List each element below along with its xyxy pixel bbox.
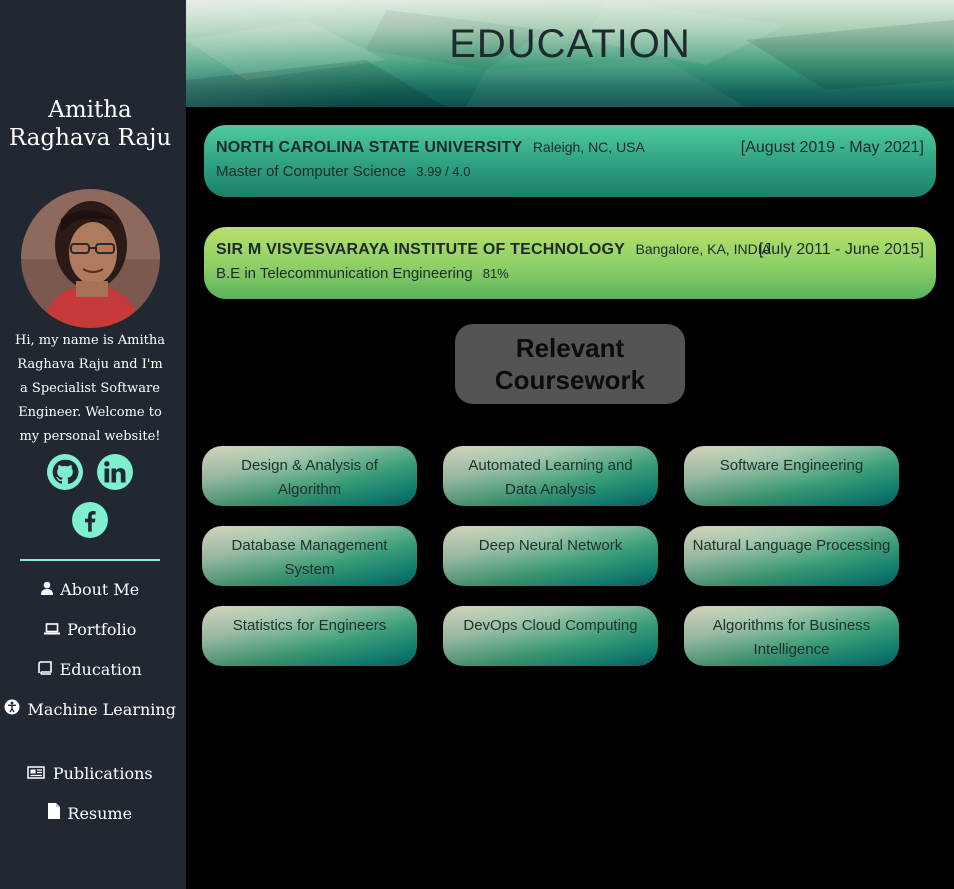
laptop-icon <box>43 623 64 639</box>
nav-label: About Me <box>60 580 140 599</box>
course-pill[interactable]: DevOps Cloud Computing <box>443 606 658 666</box>
education-card-ncsu: NORTH CAROLINA STATE UNIVERSITY Raleigh,… <box>204 125 936 197</box>
book-icon <box>38 661 56 679</box>
nav-item-portfolio[interactable]: Portfolio <box>0 618 180 643</box>
github-link[interactable] <box>47 454 83 490</box>
profile-name: Amitha Raghava Raju <box>8 97 172 151</box>
nav-label: Publications <box>52 764 153 783</box>
course-pill[interactable]: Database Management System <box>202 526 417 586</box>
avatar <box>21 189 160 328</box>
course-pill[interactable]: Statistics for Engineers <box>202 606 417 666</box>
nav-item-publications[interactable]: Publications <box>0 762 180 787</box>
nav-label: Resume <box>67 804 133 823</box>
education-card-sir-mvit: SIR M VISVESVARAYA INSTITUTE OF TECHNOLO… <box>204 227 936 299</box>
degree-name: Master of Computer Science <box>216 163 407 180</box>
accessibility-icon <box>4 699 24 719</box>
nav-item-resume[interactable]: Resume <box>0 802 180 827</box>
coursework-heading: Relevant Coursework <box>455 324 685 404</box>
education-dates: [August 2019 - May 2021] <box>740 139 924 156</box>
newspaper-icon <box>27 766 49 783</box>
file-icon <box>47 803 64 823</box>
linkedin-link[interactable] <box>97 454 133 490</box>
facebook-icon <box>84 511 96 532</box>
course-pill[interactable]: Automated Learning and Data Analysis <box>443 446 658 506</box>
bio-text: Hi, my name is Amitha Raghava Raju and I… <box>14 333 166 444</box>
nav-item-education[interactable]: Education <box>0 658 180 683</box>
nav-label: Machine Learning <box>27 700 176 719</box>
facebook-link[interactable] <box>72 502 108 538</box>
page-header: EDUCATION <box>186 0 954 107</box>
degree-name: B.E in Telecommunication Engineering <box>216 265 473 282</box>
degree-grade: 81% <box>482 266 509 281</box>
school-location: Bangalore, KA, INDIA <box>635 241 771 257</box>
degree-grade: 3.99 / 4.0 <box>416 164 471 179</box>
course-pill[interactable]: Software Engineering <box>684 446 899 506</box>
page-title: EDUCATION <box>449 22 691 66</box>
sidebar: Amitha Raghava Raju Hi, my name is Amith… <box>0 0 186 889</box>
coursework-heading-text: Relevant Coursework <box>494 333 646 395</box>
school-location: Raleigh, NC, USA <box>532 139 645 155</box>
education-dates: [July 2011 - June 2015] <box>758 241 924 258</box>
nav-item-about-me[interactable]: About Me <box>0 578 180 603</box>
nav-label: Education <box>59 660 142 679</box>
nav-item-machine-learning[interactable]: Machine Learning <box>0 698 180 723</box>
course-pill[interactable]: Deep Neural Network <box>443 526 658 586</box>
sidebar-divider <box>20 559 160 561</box>
course-pill[interactable]: Algorithms for Business Intelligence <box>684 606 899 666</box>
course-pill[interactable]: Design & Analysis of Algorithm <box>202 446 417 506</box>
nav-label: Portfolio <box>67 620 137 639</box>
school-name: NORTH CAROLINA STATE UNIVERSITY <box>216 139 523 156</box>
school-name: SIR M VISVESVARAYA INSTITUTE OF TECHNOLO… <box>216 241 626 258</box>
github-icon <box>52 459 79 484</box>
course-pill[interactable]: Natural Language Processing <box>684 526 899 586</box>
linkedin-icon <box>104 461 126 483</box>
user-icon <box>40 581 57 599</box>
